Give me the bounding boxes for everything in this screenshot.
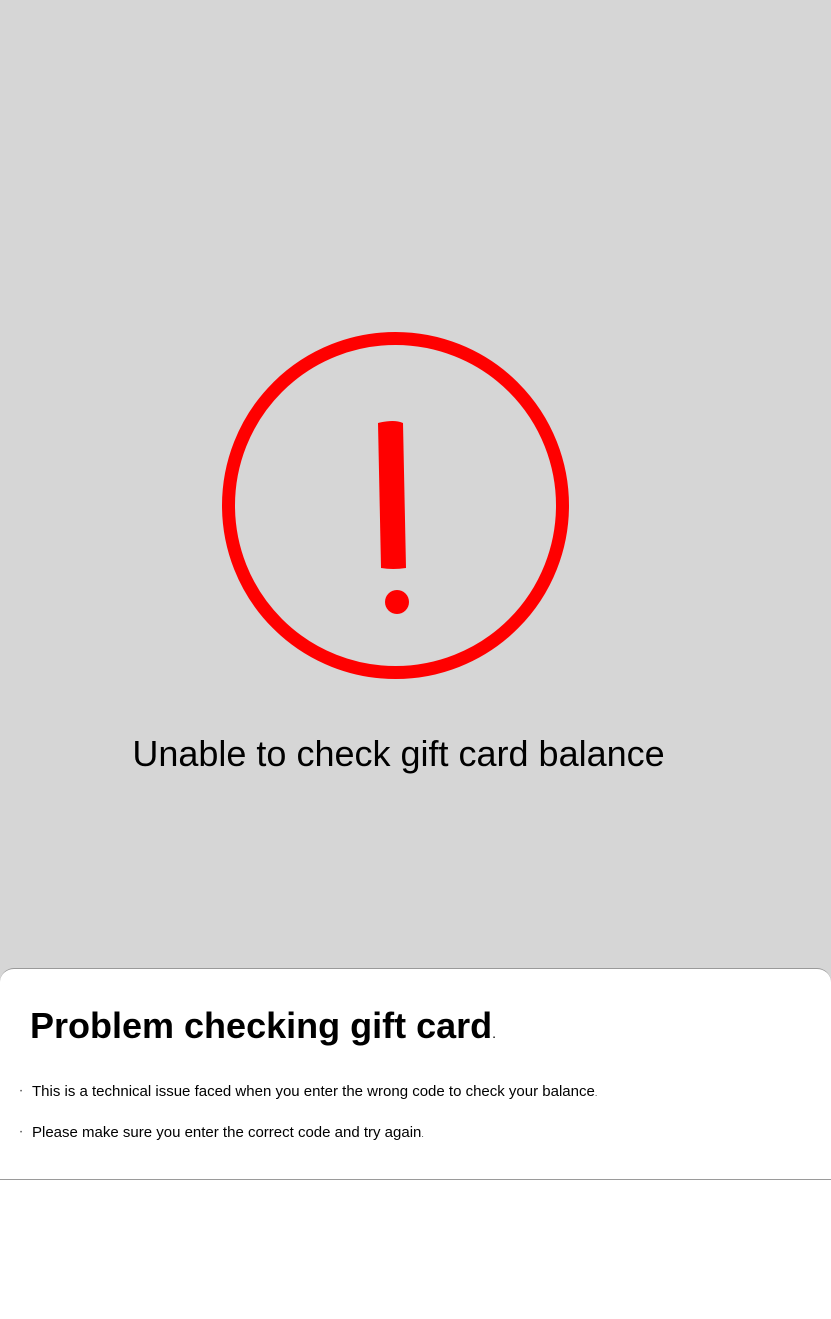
- bullet-icon: •: [20, 1089, 23, 1095]
- exclamation-circle-icon: [222, 332, 569, 679]
- list-item-text: This is a technical issue faced when you…: [32, 1083, 597, 1100]
- error-details-sheet: Problem checking gift card. • This is a …: [0, 968, 831, 1180]
- list-item-text: Please make sure you enter the correct c…: [32, 1124, 424, 1141]
- screen: Unable to check gift card balance Proble…: [0, 0, 831, 1319]
- list-item-suffix: .: [594, 1088, 598, 1098]
- list-item-suffix: .: [421, 1129, 424, 1139]
- error-message: Unable to check gift card balance: [132, 733, 665, 774]
- list-item-label: Please make sure you enter the correct c…: [32, 1124, 422, 1141]
- sheet-title-suffix: .: [492, 1025, 497, 1041]
- error-panel: Unable to check gift card balance: [0, 0, 831, 980]
- list-item-label: This is a technical issue faced when you…: [32, 1083, 595, 1100]
- bullet-icon: •: [20, 1130, 23, 1136]
- sheet-title: Problem checking gift card.: [30, 1005, 496, 1047]
- sheet-title-text: Problem checking gift card: [30, 1005, 493, 1046]
